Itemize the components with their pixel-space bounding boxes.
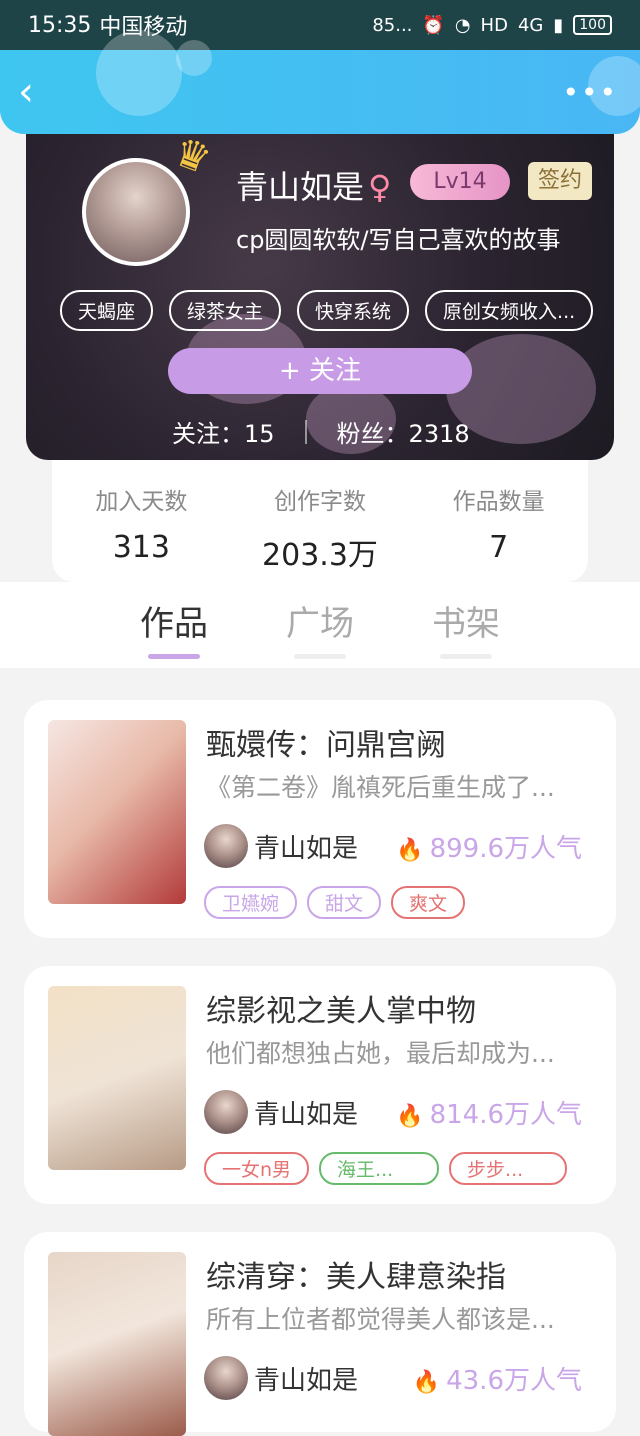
signal-icon: ▮ (553, 14, 564, 36)
book-title: 综清穿：美人肆意染指 (206, 1260, 506, 1295)
popularity-value: 899.6万人气 (429, 834, 582, 864)
profile-tag[interactable]: 原创女频收入... (425, 290, 594, 331)
status-time: 15:35 (28, 12, 92, 38)
book-tag[interactable]: 步步... (449, 1152, 568, 1185)
book-title: 综影视之美人掌中物 (206, 994, 476, 1029)
signed-badge: 签约 (528, 162, 592, 200)
username-text: 青山如是 (236, 168, 365, 206)
tab-label: 广场 (286, 604, 354, 644)
book-card[interactable]: 综影视之美人掌中物 他们都想独占她，最后却成为... 青山如是 🔥 814.6万人… (24, 966, 616, 1204)
alarm-icon: ⏰ (422, 14, 445, 36)
stat-label: 作品数量 (452, 489, 545, 515)
wifi-icon: ◔ (454, 14, 471, 36)
tab-label: 书架 (432, 604, 500, 644)
book-tags: 一女n男 海王... 步步... (204, 1152, 568, 1185)
profile-banner: ♛ 青山如是 ♀ Lv14 签约 cp圆圆软软/写自己喜欢的故事 天蝎座 绿茶女主… (26, 134, 614, 460)
stat-value: 313 (112, 530, 170, 565)
book-tag[interactable]: 甜文 (307, 886, 382, 919)
popularity: 🔥 899.6万人气 (396, 828, 582, 865)
decor-bubble (176, 40, 212, 76)
status-speed: 85... (372, 14, 413, 36)
battery-indicator: 100 (573, 15, 612, 35)
back-button[interactable]: ‹ (18, 72, 58, 114)
follow-counts: 关注：15 粉丝：2318 (172, 414, 470, 449)
book-tag[interactable]: 一女n男 (204, 1152, 310, 1185)
popularity: 🔥 43.6万人气 (413, 1360, 582, 1397)
fire-icon: 🔥 (396, 838, 424, 863)
book-description: 所有上位者都觉得美人都该是... (206, 1305, 555, 1334)
profile-tag[interactable]: 绿茶女主 (169, 290, 282, 331)
more-dots-icon: ••• (562, 76, 618, 109)
book-cover[interactable] (48, 720, 186, 904)
profile-bio: cp圆圆软软/写自己喜欢的故事 (236, 226, 561, 254)
book-tag[interactable]: 爽文 (391, 886, 466, 919)
decor-bubble (96, 30, 182, 116)
fans-count[interactable]: 粉丝：2318 (337, 414, 470, 449)
fire-icon: 🔥 (396, 1104, 424, 1129)
book-cover[interactable] (48, 1252, 186, 1436)
chevron-left-icon: ‹ (18, 69, 34, 115)
app-header: ‹ ••• (0, 30, 640, 134)
stat-value: 203.3万 (262, 538, 378, 573)
female-icon: ♀ (368, 168, 392, 206)
stat-word-count: 创作字数 203.3万 (240, 482, 400, 582)
stat-label: 加入天数 (95, 489, 188, 515)
hd-badge: HD (480, 14, 508, 36)
following-count[interactable]: 关注：15 (172, 414, 275, 449)
popularity-value: 43.6万人气 (446, 1366, 582, 1396)
popularity: 🔥 814.6万人气 (396, 1094, 582, 1131)
level-badge: Lv14 (410, 164, 510, 200)
book-card[interactable]: 综清穿：美人肆意染指 所有上位者都觉得美人都该是... 青山如是 🔥 43.6万人… (24, 1232, 616, 1436)
profile-tag[interactable]: 天蝎座 (60, 290, 154, 331)
profile-username: 青山如是 ♀ (236, 162, 391, 208)
fire-icon: 🔥 (412, 1370, 441, 1395)
book-card[interactable]: 甄嬛传：问鼎宫阙 《第二卷》胤禛死后重生成了... 青山如是 🔥 899.6万人气… (24, 700, 616, 938)
divider (304, 419, 307, 444)
follow-button[interactable]: + 关注 (168, 348, 472, 394)
stat-works-count: 作品数量 7 (419, 482, 579, 582)
author-avatar (204, 824, 248, 868)
network-label: 4G (517, 14, 544, 36)
stat-value: 7 (489, 530, 509, 565)
book-title: 甄嬛传：问鼎宫阙 (206, 728, 446, 763)
book-description: 他们都想独占她，最后却成为... (206, 1039, 555, 1068)
book-tag[interactable]: 海王... (319, 1152, 440, 1185)
book-cover[interactable] (48, 986, 186, 1170)
book-description: 《第二卷》胤禛死后重生成了... (206, 773, 555, 802)
author-name: 青山如是 (254, 1100, 359, 1130)
author-name: 青山如是 (254, 1366, 359, 1396)
tab-indicator (148, 654, 200, 659)
author-avatar (204, 1356, 248, 1400)
tab-bar: 作品 广场 书架 (0, 596, 640, 659)
tab-indicator (294, 654, 346, 659)
more-button[interactable]: ••• (562, 76, 618, 109)
tab-indicator (440, 654, 492, 659)
popularity-value: 814.6万人气 (429, 1100, 582, 1130)
stats-card: 加入天数 313 创作字数 203.3万 作品数量 7 (52, 460, 588, 582)
stat-join-days: 加入天数 313 (61, 482, 221, 582)
stat-label: 创作字数 (273, 489, 366, 515)
author-avatar (204, 1090, 248, 1134)
profile-tags: 天蝎座 绿茶女主 快穿系统 原创女频收入... (60, 290, 614, 331)
status-bar: 15:35 中国移动 85... ⏰ ◔ HD 4G ▮ 100 (0, 0, 640, 50)
book-tags: 卫嬿婉 甜文 爽文 (204, 886, 466, 919)
tab-bookshelf[interactable]: 书架 (430, 596, 502, 659)
tab-works[interactable]: 作品 (138, 596, 210, 659)
book-tag[interactable]: 卫嬿婉 (204, 886, 298, 919)
tab-label: 作品 (140, 604, 208, 644)
author-name: 青山如是 (254, 834, 359, 864)
tab-square[interactable]: 广场 (284, 596, 356, 659)
profile-tag[interactable]: 快穿系统 (297, 290, 410, 331)
